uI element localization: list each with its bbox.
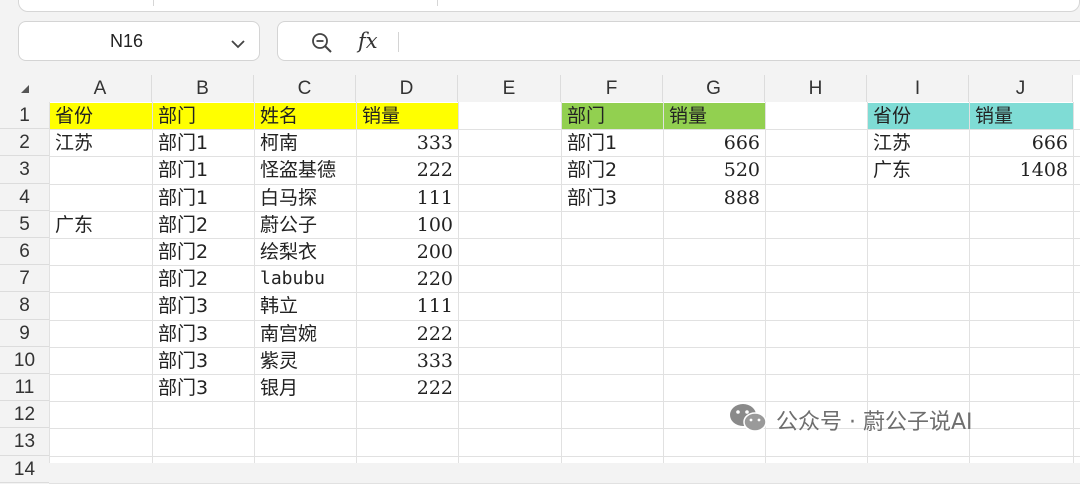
table-cell[interactable]: 部门3 [153, 348, 254, 374]
table-cell[interactable]: 韩立 [255, 293, 356, 319]
wechat-icon [728, 402, 768, 439]
column-header-f[interactable]: F [561, 75, 663, 102]
table-cell[interactable]: 666 [664, 130, 765, 156]
watermark: 公众号 · 蔚公子说AI [728, 400, 973, 440]
table-cell[interactable] [50, 157, 152, 183]
table-cell[interactable]: 200 [357, 239, 458, 265]
table-cell[interactable]: 520 [664, 157, 765, 183]
table-cell[interactable]: 222 [357, 375, 458, 401]
watermark-text: 公众号 · 蔚公子说AI [776, 410, 973, 435]
header-cell[interactable]: 省份 [50, 103, 152, 130]
name-box-ref[interactable]: N16 [19, 22, 234, 60]
table-cell[interactable]: 怪盗基德 [255, 157, 356, 183]
row-header-3[interactable]: 3 [0, 156, 49, 184]
table-cell[interactable]: 部门1 [153, 157, 254, 183]
header-cell[interactable]: 姓名 [255, 103, 356, 130]
row-header-7[interactable]: 7 [0, 265, 49, 293]
table-cell[interactable]: 部门3 [153, 293, 254, 319]
table-cell[interactable] [50, 348, 152, 374]
row-header-14[interactable]: 14 [0, 455, 49, 483]
table-cell[interactable]: 666 [970, 130, 1073, 156]
column-header-c[interactable]: C [254, 75, 356, 102]
table-cell[interactable]: 1408 [970, 157, 1073, 183]
table-cell[interactable]: 江苏 [50, 130, 152, 156]
table-cell[interactable]: 部门1 [153, 185, 254, 211]
row-header-2[interactable]: 2 [0, 129, 49, 157]
table-cell[interactable]: 蔚公子 [255, 212, 356, 238]
table-cell[interactable]: 部门3 [562, 185, 663, 211]
row-header-4[interactable]: 4 [0, 183, 49, 211]
table-cell[interactable]: 绘梨衣 [255, 239, 356, 265]
table-cell[interactable]: 111 [357, 185, 458, 211]
table-cell[interactable]: 广东 [50, 212, 152, 238]
insert-function-button[interactable]: fx [358, 26, 378, 56]
formula-bar-divider [398, 32, 399, 52]
table-cell[interactable]: labubu [255, 266, 356, 292]
column-header-d[interactable]: D [356, 75, 458, 102]
header-cell[interactable]: 销量 [970, 103, 1073, 130]
tab-strip-divider [153, 0, 154, 6]
column-header-g[interactable]: G [663, 75, 765, 102]
row-header-1[interactable]: 1 [0, 102, 49, 130]
table-cell[interactable]: 江苏 [868, 130, 969, 156]
header-cell[interactable]: 销量 [357, 103, 458, 130]
table-cell[interactable]: 紫灵 [255, 348, 356, 374]
header-cell[interactable]: 省份 [868, 103, 969, 130]
table-cell[interactable] [50, 321, 152, 347]
table-cell[interactable]: 银月 [255, 375, 356, 401]
chevron-down-icon[interactable] [231, 36, 245, 54]
table-cell[interactable]: 柯南 [255, 130, 356, 156]
column-header-i[interactable]: I [867, 75, 969, 102]
table-cell[interactable] [50, 375, 152, 401]
row-header-12[interactable]: 12 [0, 401, 49, 429]
row-header-10[interactable]: 10 [0, 346, 49, 374]
tab-strip-divider [437, 0, 438, 6]
table-cell[interactable]: 333 [357, 130, 458, 156]
header-cell[interactable]: 部门 [562, 103, 663, 130]
table-cell[interactable]: 部门3 [153, 375, 254, 401]
table-cell[interactable]: 部门1 [153, 130, 254, 156]
name-box[interactable]: N16 [18, 21, 260, 61]
table-cell[interactable]: 100 [357, 212, 458, 238]
table-cell[interactable]: 部门2 [562, 157, 663, 183]
top-tab-strip [0, 0, 1080, 14]
table-cell[interactable]: 部门2 [153, 212, 254, 238]
table-cell[interactable] [50, 239, 152, 265]
table-cell[interactable]: 白马探 [255, 185, 356, 211]
table-cell[interactable]: 220 [357, 266, 458, 292]
table-cell[interactable]: 888 [664, 185, 765, 211]
table-cell[interactable]: 南宫婉 [255, 321, 356, 347]
header-cell[interactable]: 部门 [153, 103, 254, 130]
table-cell[interactable]: 111 [357, 293, 458, 319]
row-header-6[interactable]: 6 [0, 238, 49, 266]
table-cell[interactable] [50, 185, 152, 211]
header-cell[interactable]: 销量 [664, 103, 765, 130]
table-cell[interactable]: 333 [357, 348, 458, 374]
row-header-13[interactable]: 13 [0, 428, 49, 456]
formula-bar[interactable]: fx [277, 21, 1080, 61]
table-cell[interactable]: 广东 [868, 157, 969, 183]
column-header-h[interactable]: H [765, 75, 867, 102]
table-cell[interactable]: 222 [357, 157, 458, 183]
table-cell[interactable]: 部门2 [153, 266, 254, 292]
table-cell[interactable] [50, 266, 152, 292]
table-cell[interactable] [50, 293, 152, 319]
row-header-9[interactable]: 9 [0, 319, 49, 347]
row-header-5[interactable]: 5 [0, 210, 49, 238]
zoom-formula-icon[interactable] [310, 31, 334, 60]
row-header-8[interactable]: 8 [0, 292, 49, 320]
table-cell[interactable]: 222 [357, 321, 458, 347]
table-cell[interactable]: 部门1 [562, 130, 663, 156]
table-cell[interactable]: 部门3 [153, 321, 254, 347]
table-cell[interactable]: 部门2 [153, 239, 254, 265]
column-header-a[interactable]: A [49, 75, 152, 102]
grid-hline [49, 455, 1080, 457]
tab-strip-pill [18, 0, 1080, 12]
column-header-e[interactable]: E [458, 75, 561, 102]
column-header-b[interactable]: B [152, 75, 254, 102]
select-all-corner[interactable] [0, 75, 49, 102]
column-header-j[interactable]: J [969, 75, 1073, 102]
row-header-11[interactable]: 11 [0, 374, 49, 402]
